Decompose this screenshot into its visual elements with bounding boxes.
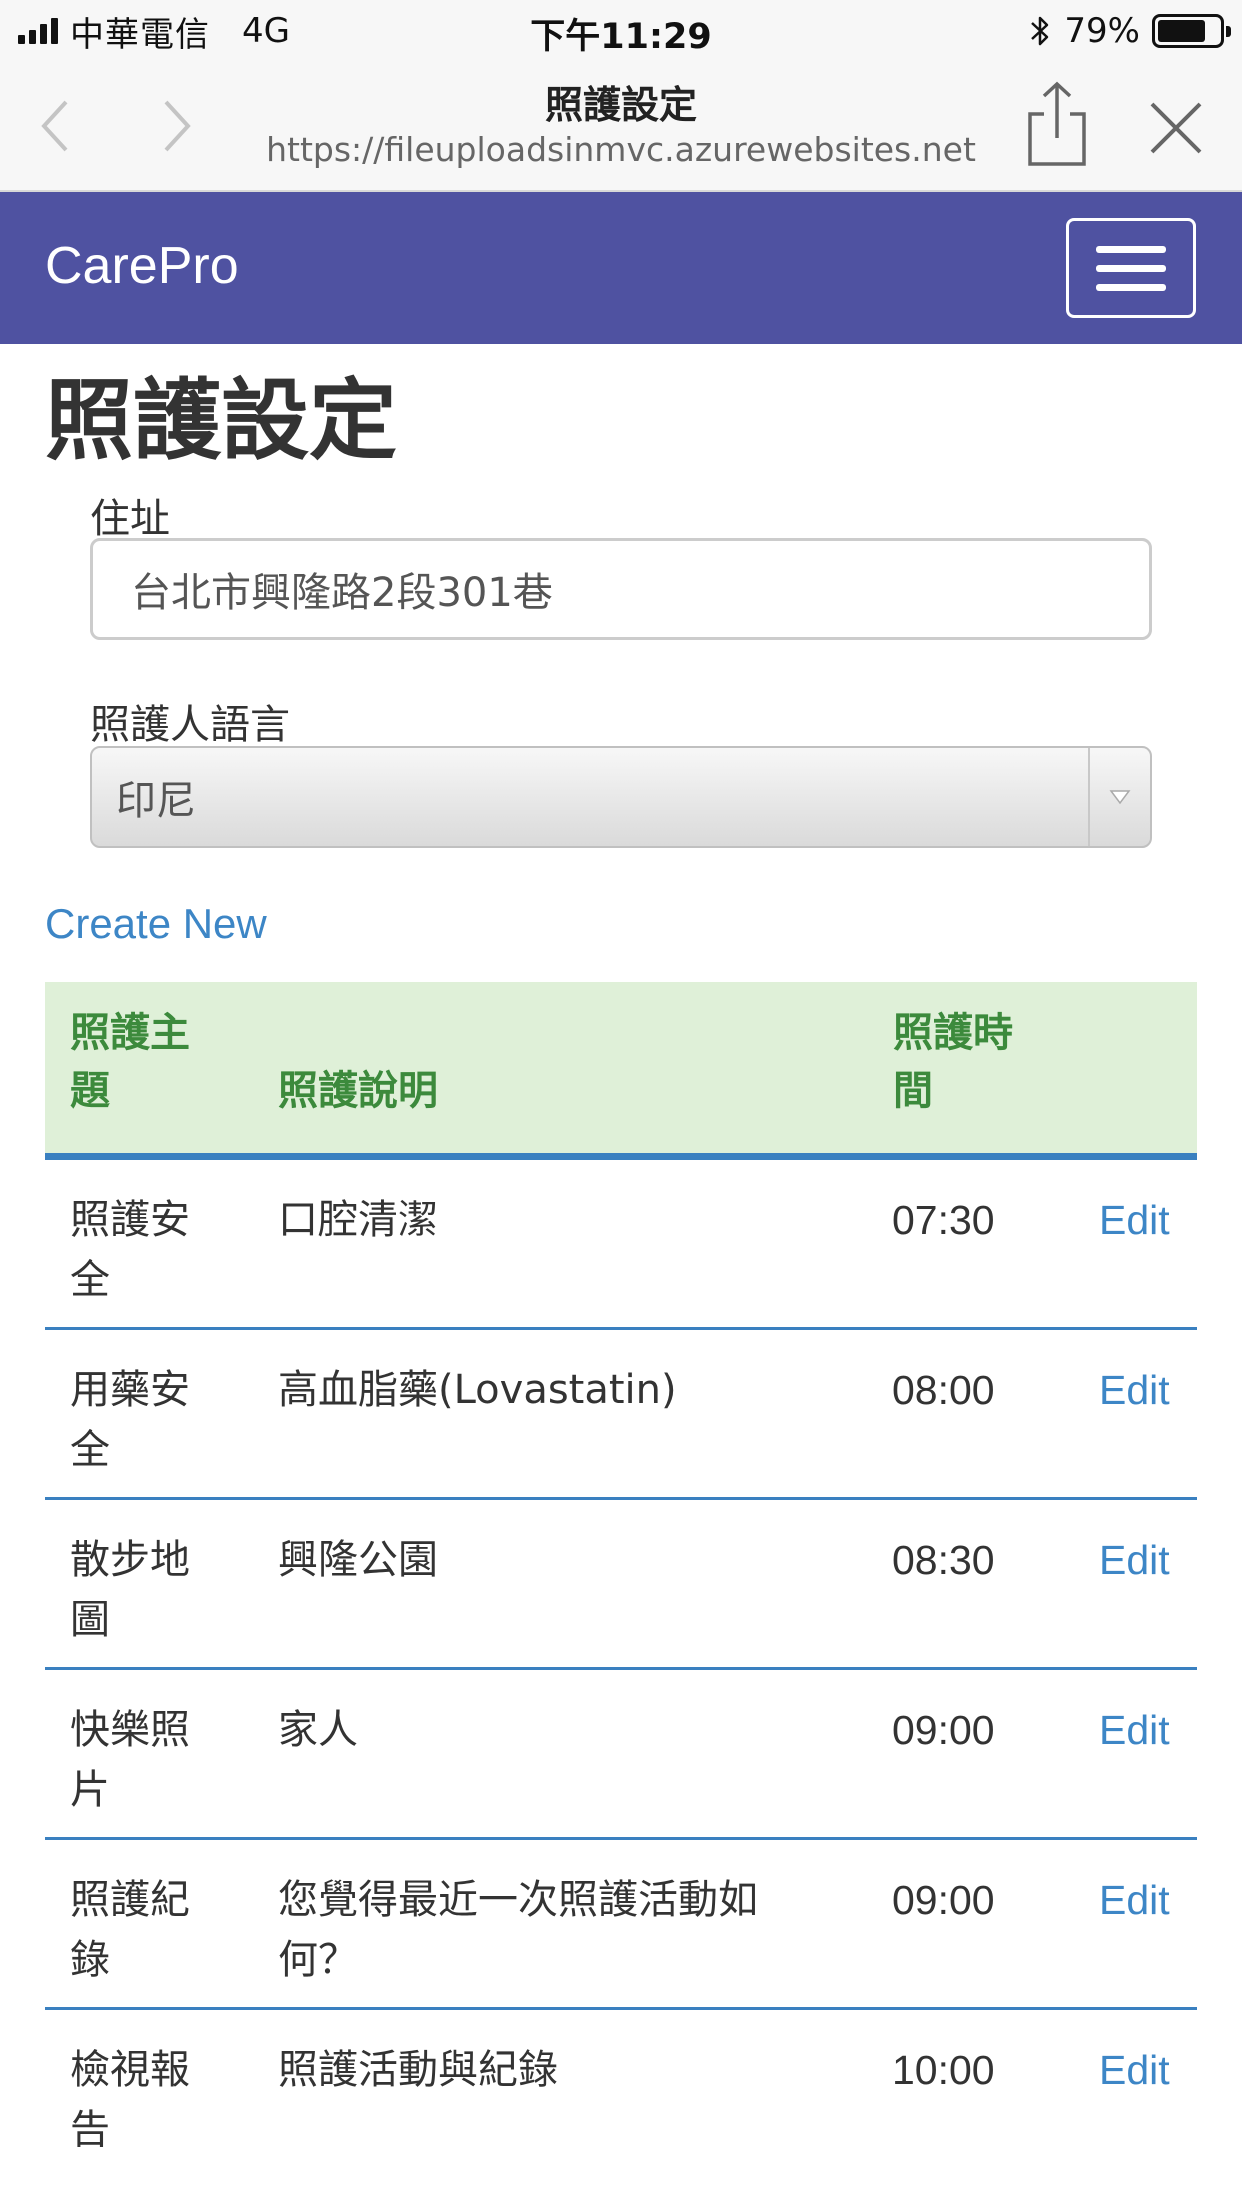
- battery-percent: 79%: [1064, 11, 1140, 51]
- row-description: 家人: [278, 1707, 358, 1753]
- row-description: 口腔清潔: [278, 1197, 438, 1243]
- row-time: 09:00: [892, 1707, 995, 1753]
- row-topic: 快樂照片: [70, 1707, 190, 1813]
- create-new-link[interactable]: Create New: [45, 900, 267, 948]
- row-time: 08:00: [892, 1367, 995, 1413]
- row-topic: 檢視報告: [70, 2047, 190, 2153]
- edit-link[interactable]: Edit: [1099, 2040, 1170, 2100]
- language-select[interactable]: 印尼: [90, 746, 1152, 848]
- dropdown-arrow[interactable]: [1088, 748, 1150, 846]
- battery-fill: [1158, 20, 1206, 42]
- status-bar: 中華電信 4G 下午11:29 79%: [0, 0, 1242, 62]
- row-time: 08:30: [892, 1537, 995, 1583]
- header-time: 照護時間: [893, 1010, 1013, 1114]
- share-icon: [1028, 81, 1086, 166]
- address-value: 台北市興隆路2段301巷: [131, 570, 553, 616]
- row-time: 10:00: [892, 2047, 995, 2093]
- edit-link[interactable]: Edit: [1099, 1360, 1170, 1420]
- close-icon: [1150, 102, 1202, 154]
- row-description: 照護活動與紀錄: [278, 2047, 558, 2093]
- row-topic: 用藥安全: [70, 1367, 190, 1473]
- edit-link[interactable]: Edit: [1099, 1190, 1170, 1250]
- header-description: 照護說明: [278, 1068, 438, 1114]
- table-row: 照護紀錄 您覺得最近一次照護活動如何？ 09:00 Edit: [45, 1840, 1197, 2010]
- table-row: 散步地圖 興隆公園 08:30 Edit: [45, 1500, 1197, 1670]
- header-topic: 照護主題: [70, 1010, 190, 1114]
- browser-bar: 照護設定 https://fileuploadsinmvc.azurewebsi…: [0, 62, 1242, 192]
- close-button[interactable]: [1146, 98, 1206, 158]
- address-field[interactable]: 台北市興隆路2段301巷: [90, 538, 1152, 640]
- row-description: 您覺得最近一次照護活動如何？: [278, 1877, 758, 1983]
- row-topic: 散步地圖: [70, 1537, 190, 1643]
- bluetooth-icon: [1031, 16, 1049, 46]
- triangle-down-icon: [1109, 790, 1131, 805]
- edit-link[interactable]: Edit: [1099, 1700, 1170, 1760]
- row-topic: 照護安全: [70, 1197, 190, 1303]
- row-time: 09:00: [892, 1877, 995, 1923]
- row-topic: 照護紀錄: [70, 1877, 190, 1983]
- hamburger-icon-bar: [1096, 283, 1166, 291]
- row-time: 07:30: [892, 1197, 995, 1243]
- app-navbar: CarePro: [0, 192, 1242, 344]
- hamburger-icon-bar: [1096, 245, 1166, 253]
- table-row: 快樂照片 家人 09:00 Edit: [45, 1670, 1197, 1840]
- page-heading: 照護設定: [45, 369, 398, 472]
- row-description: 高血脂藥(Lovastatin): [278, 1367, 677, 1413]
- language-select-value: 印尼: [116, 778, 196, 824]
- table-row: 用藥安全 高血脂藥(Lovastatin) 08:00 Edit: [45, 1330, 1197, 1500]
- hamburger-icon-bar: [1096, 264, 1166, 272]
- table-row: 照護安全 口腔清潔 07:30 Edit: [45, 1160, 1197, 1330]
- table-header: 照護主題 照護說明 照護時間: [45, 982, 1197, 1160]
- battery-icon: [1152, 14, 1231, 48]
- edit-link[interactable]: Edit: [1099, 1530, 1170, 1590]
- care-table: 照護主題 照護說明 照護時間 照護安全 口腔清潔 07:30 Edit 用藥安全…: [45, 982, 1197, 2180]
- address-label: 住址: [90, 496, 170, 542]
- edit-link[interactable]: Edit: [1099, 1870, 1170, 1930]
- row-description: 興隆公園: [278, 1537, 438, 1583]
- share-button[interactable]: [1022, 80, 1092, 170]
- brand-link[interactable]: CarePro: [45, 236, 239, 296]
- status-right: 79%: [1028, 10, 1231, 52]
- language-label: 照護人語言: [90, 702, 290, 748]
- menu-toggle-button[interactable]: [1066, 218, 1196, 318]
- table-row: 檢視報告 照護活動與紀錄 10:00 Edit: [45, 2010, 1197, 2180]
